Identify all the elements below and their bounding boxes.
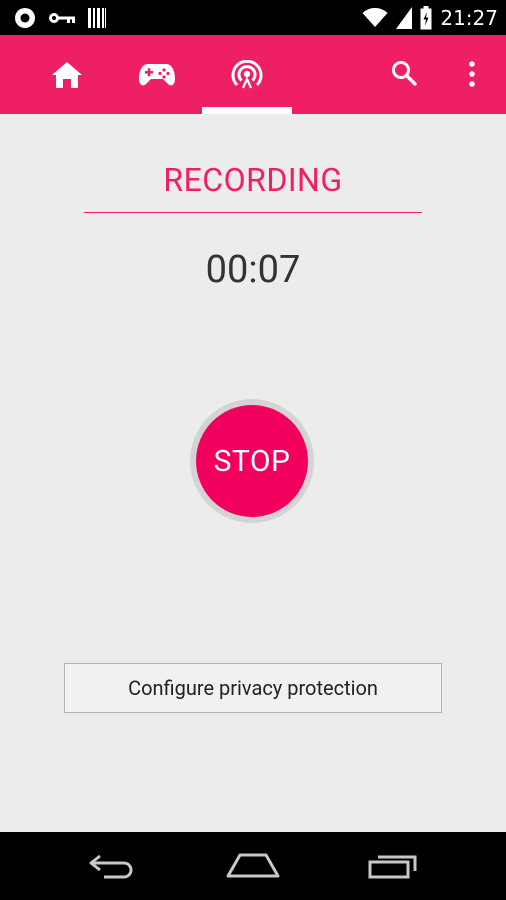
title-divider: [84, 212, 422, 213]
gamepad-icon: [139, 63, 175, 87]
broadcast-icon: [230, 59, 264, 90]
recording-timer: 00:07: [205, 248, 301, 292]
home-outline-icon: [226, 853, 280, 879]
search-button[interactable]: [384, 52, 424, 94]
tab-games[interactable]: [112, 35, 202, 114]
recents-icon: [368, 853, 418, 879]
battery-icon: [420, 6, 432, 30]
search-icon: [391, 60, 417, 86]
signal-icon: [396, 7, 413, 29]
selected-tab-indicator: [202, 107, 292, 114]
more-vert-icon: [468, 61, 476, 87]
nav-recents-button[interactable]: [358, 846, 428, 886]
status-time: 21:27: [440, 6, 498, 30]
navigation-bar: [0, 832, 506, 900]
barcode-icon: [88, 8, 106, 28]
tab-live[interactable]: [202, 35, 292, 114]
configure-privacy-button[interactable]: Configure privacy protection: [64, 663, 442, 713]
back-icon: [88, 853, 138, 879]
overflow-menu-button[interactable]: [455, 52, 489, 96]
status-bar: 21:27: [0, 0, 506, 35]
wifi-icon: [362, 8, 388, 28]
nav-home-button[interactable]: [218, 846, 288, 886]
recording-title: RECORDING: [163, 161, 343, 199]
home-icon: [52, 61, 82, 88]
app-bar: [0, 35, 506, 114]
key-icon: [48, 11, 76, 25]
tab-home[interactable]: [22, 35, 112, 114]
stop-button[interactable]: STOP: [196, 405, 308, 517]
record-indicator-icon: [14, 7, 36, 29]
nav-back-button[interactable]: [78, 846, 148, 886]
